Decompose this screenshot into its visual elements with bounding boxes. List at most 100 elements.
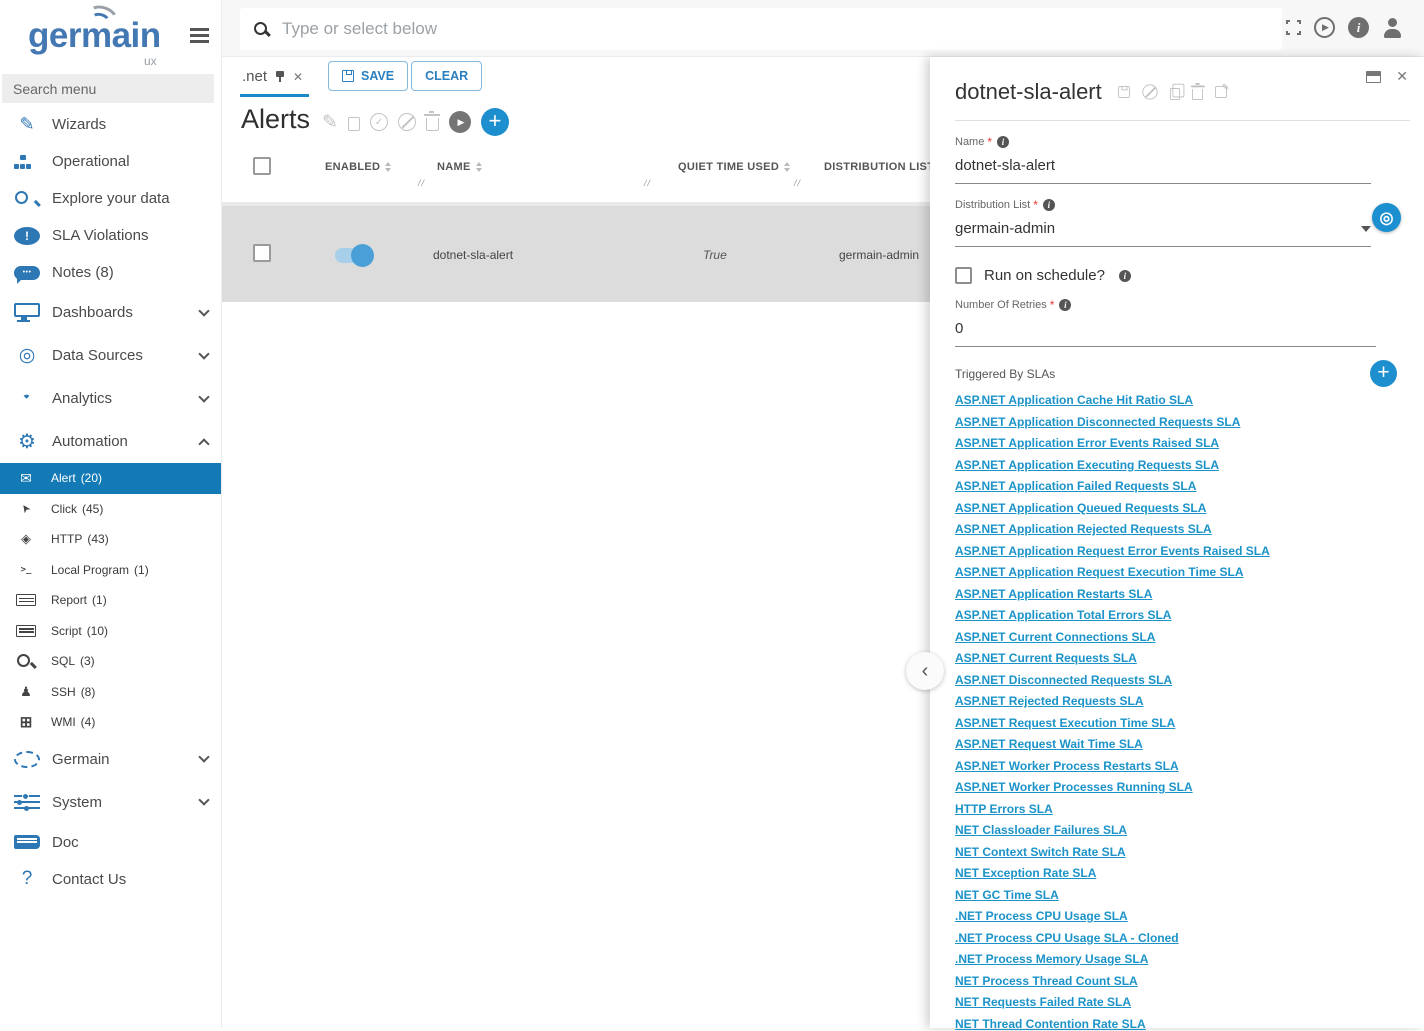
column-header[interactable]: QUIET TIME USED [678, 159, 790, 175]
row-checkbox[interactable] [253, 244, 271, 262]
ban-circle-icon[interactable] [1142, 84, 1157, 99]
column-header[interactable]: NAME [437, 159, 482, 175]
sla-link[interactable]: ASP.NET Disconnected Requests SLA [955, 674, 1172, 686]
sidebar-item[interactable]: Dashboards [0, 291, 221, 334]
column-resize-handle[interactable]: // [793, 178, 802, 188]
sidebar-item[interactable]: Notes (8) [0, 254, 221, 291]
sidebar-subitem[interactable]: Click (45) [0, 494, 221, 525]
edit-pencil-icon[interactable] [322, 111, 338, 134]
duplicate-icon[interactable] [348, 117, 360, 131]
sort-icon[interactable] [476, 159, 482, 175]
sla-link[interactable]: ASP.NET Application Failed Requests SLA [955, 480, 1196, 492]
sidebar-item[interactable]: Operational [0, 143, 221, 180]
sort-icon[interactable] [385, 159, 391, 175]
sla-link[interactable]: ASP.NET Application Queued Requests SLA [955, 502, 1206, 514]
sidebar-subitem[interactable]: SQL (3) [0, 646, 221, 677]
clear-button[interactable]: CLEAR [411, 61, 482, 91]
enabled-toggle[interactable] [335, 248, 371, 263]
sla-link[interactable]: NET Exception Rate SLA [955, 867, 1096, 879]
save-icon[interactable] [1118, 86, 1130, 98]
column-resize-handle[interactable]: // [417, 178, 426, 188]
sidebar-subitem[interactable]: Alert (20) [0, 463, 221, 494]
window-icon[interactable] [1366, 71, 1381, 83]
sla-link[interactable]: ASP.NET Application Rejected Requests SL… [955, 523, 1212, 535]
sla-link[interactable]: ASP.NET Application Cache Hit Ratio SLA [955, 394, 1193, 406]
sidebar-item[interactable]: Explore your data [0, 180, 221, 217]
dropdown-caret-icon[interactable] [1361, 226, 1371, 237]
sla-link[interactable]: NET GC Time SLA [955, 889, 1059, 901]
edit-note-icon[interactable] [1215, 86, 1227, 98]
sla-link[interactable]: .NET Process CPU Usage SLA [955, 910, 1128, 922]
sla-link[interactable]: NET Requests Failed Rate SLA [955, 996, 1131, 1008]
tab-close-icon[interactable]: ✕ [293, 70, 303, 84]
sla-link[interactable]: ASP.NET Application Total Errors SLA [955, 609, 1171, 621]
panel-close-icon[interactable]: ✕ [1396, 68, 1408, 85]
add-plus-icon[interactable] [481, 108, 509, 136]
sla-link[interactable]: ASP.NET Application Executing Requests S… [955, 459, 1219, 471]
sidebar-subitem[interactable]: Script (10) [0, 616, 221, 647]
sidebar-item[interactable]: Doc [0, 824, 221, 861]
pin-icon[interactable] [276, 71, 284, 77]
info-icon[interactable]: i [1119, 270, 1131, 282]
sla-link[interactable]: NET Context Switch Rate SLA [955, 846, 1126, 858]
trash-icon[interactable] [1192, 89, 1203, 100]
sidebar-search-input[interactable] [2, 74, 214, 103]
sla-link[interactable]: ASP.NET Worker Processes Running SLA [955, 781, 1193, 793]
ban-circle-icon[interactable] [398, 113, 416, 131]
sla-link[interactable]: ASP.NET Application Disconnected Request… [955, 416, 1240, 428]
sla-link[interactable]: ASP.NET Request Wait Time SLA [955, 738, 1143, 750]
sla-link[interactable]: ASP.NET Application Request Error Events… [955, 545, 1270, 557]
play-filled-icon[interactable] [449, 111, 471, 133]
sla-link[interactable]: NET Classloader Failures SLA [955, 824, 1127, 836]
trash-icon[interactable] [426, 118, 439, 131]
info-icon[interactable]: i [1059, 299, 1071, 311]
run-on-schedule-checkbox[interactable] [955, 267, 972, 284]
sidebar-item[interactable]: Automation [0, 420, 221, 463]
sort-icon[interactable] [784, 159, 790, 175]
name-field[interactable]: dotnet-sla-alert [955, 149, 1371, 184]
sidebar-subitem[interactable]: SSH (8) [0, 677, 221, 708]
sla-link[interactable]: ASP.NET Rejected Requests SLA [955, 695, 1144, 707]
sla-link[interactable]: ASP.NET Current Requests SLA [955, 652, 1137, 664]
retries-field[interactable]: 0 [955, 312, 1376, 347]
duplicate-icon[interactable] [1170, 88, 1180, 100]
global-search-input[interactable] [282, 19, 1269, 39]
info-icon[interactable]: i [1043, 199, 1055, 211]
sidebar-item[interactable]: Wizards [0, 106, 221, 143]
sidebar-subitem[interactable]: Report (1) [0, 585, 221, 616]
sidebar-subitem[interactable]: WMI (4) [0, 707, 221, 738]
sidebar-item[interactable]: Contact Us [0, 861, 221, 898]
sla-link[interactable]: ASP.NET Current Connections SLA [955, 631, 1155, 643]
play-circle-icon[interactable] [1314, 17, 1335, 38]
sla-link[interactable]: ASP.NET Application Request Execution Ti… [955, 566, 1244, 578]
sidebar-item[interactable]: Data Sources [0, 334, 221, 377]
sla-link[interactable]: .NET Process CPU Usage SLA - Cloned [955, 932, 1179, 944]
approve-circle-icon[interactable] [370, 113, 388, 131]
sidebar-item[interactable]: SLA Violations [0, 217, 221, 254]
select-all-checkbox[interactable] [253, 157, 271, 175]
info-circle-icon[interactable] [1348, 17, 1369, 38]
eye-preview-button[interactable] [1372, 203, 1401, 232]
tab-dotnet[interactable]: .net ✕ [240, 60, 309, 97]
sla-link[interactable]: ASP.NET Application Error Events Raised … [955, 437, 1219, 449]
sidebar-item[interactable]: Germain [0, 738, 221, 781]
info-icon[interactable]: i [997, 136, 1009, 148]
sla-link[interactable]: ASP.NET Application Restarts SLA [955, 588, 1152, 600]
user-icon[interactable] [1382, 18, 1402, 38]
sidebar-item[interactable]: Analytics [0, 377, 221, 420]
column-header[interactable]: DISTRIBUTION LIST [824, 159, 945, 175]
sidebar-subitem[interactable]: Local Program (1) [0, 555, 221, 586]
save-button[interactable]: SAVE [328, 61, 408, 91]
column-header[interactable]: ENABLED [325, 159, 391, 175]
sla-link[interactable]: HTTP Errors SLA [955, 803, 1053, 815]
sla-link[interactable]: NET Process Thread Count SLA [955, 975, 1138, 987]
distribution-list-select[interactable]: germain-admin [955, 212, 1371, 247]
sidebar-subitem[interactable]: HTTP (43) [0, 524, 221, 555]
column-resize-handle[interactable]: // [643, 178, 652, 188]
sla-link[interactable]: ASP.NET Worker Process Restarts SLA [955, 760, 1179, 772]
hamburger-menu-icon[interactable] [190, 28, 209, 31]
sidebar-item[interactable]: System [0, 781, 221, 824]
sla-link[interactable]: .NET Process Memory Usage SLA [955, 953, 1148, 965]
sla-link[interactable]: ASP.NET Request Execution Time SLA [955, 717, 1175, 729]
add-sla-button[interactable] [1370, 360, 1397, 387]
